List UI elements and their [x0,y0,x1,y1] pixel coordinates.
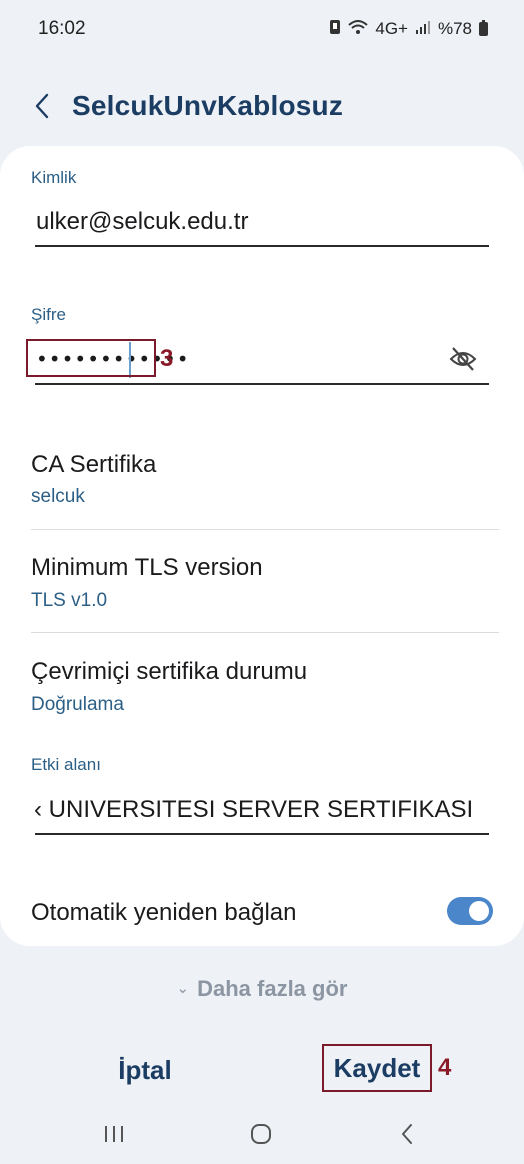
home-button[interactable] [241,1118,281,1150]
cancel-button[interactable]: İptal [80,1048,210,1092]
nav-back-button[interactable] [387,1118,427,1150]
min-tls-value: TLS v1.0 [31,590,108,611]
auto-reconnect-toggle[interactable] [447,897,493,925]
home-icon [251,1124,271,1144]
signal-icon [415,19,431,39]
notification-icon [329,19,341,40]
settings-card: Kimlik ulker@selcuk.edu.tr Şifre 3 CA Se… [0,146,524,946]
password-underline [35,383,489,385]
password-label: Şifre [31,305,66,324]
battery-percent: %78 [437,19,472,38]
domain-underline [35,833,489,835]
network-type-label: 4G+ [375,19,408,38]
identity-field[interactable]: ulker@selcuk.edu.tr [36,208,248,236]
wifi-icon [348,19,369,40]
auto-reconnect-label: Otomatik yeniden bağlan [31,899,297,926]
eye-off-icon[interactable] [448,346,478,372]
page-title: SelcukUnvKablosuz [72,90,344,121]
battery-icon [479,20,488,36]
online-cert-status-value: Doğrulama [31,694,124,715]
divider [31,632,499,633]
domain-label: Etki alanı [31,755,101,774]
ca-certificate-title[interactable]: CA Sertifika [31,451,156,479]
identity-label: Kimlik [31,168,77,187]
annotation-step-4: 4 [438,1054,452,1081]
status-time: 16:02 [38,18,86,39]
toggle-knob [469,901,489,921]
save-button[interactable]: Kaydet [322,1044,432,1092]
back-icon [402,1124,412,1144]
recent-apps-button[interactable] [94,1118,134,1150]
back-button[interactable] [30,88,54,124]
system-nav-bar [0,1104,524,1164]
ca-certificate-value: selcuk [31,486,85,507]
see-more-link[interactable]: ⌄ Daha fazla gör [0,976,524,1002]
recent-apps-icon [105,1126,123,1142]
annotation-step-3: 3 [160,345,174,372]
status-bar: 16:02 4G+ %78 [0,0,524,58]
identity-underline [35,245,489,247]
online-cert-status-title[interactable]: Çevrimiçi sertifika durumu [31,658,307,686]
divider [31,529,499,530]
status-icons: 4G+ %78 [329,19,488,40]
chevron-left-icon [35,93,49,119]
app-header: SelcukUnvKablosuz [0,78,524,134]
domain-field[interactable]: ‹ UNIVERSITESI SERVER SERTIFIKASI [34,796,490,824]
min-tls-title[interactable]: Minimum TLS version [31,554,263,582]
annotation-box-password [26,339,156,377]
see-more-label: Daha fazla gör [197,976,348,1001]
chevron-down-icon: ⌄ [176,980,190,997]
